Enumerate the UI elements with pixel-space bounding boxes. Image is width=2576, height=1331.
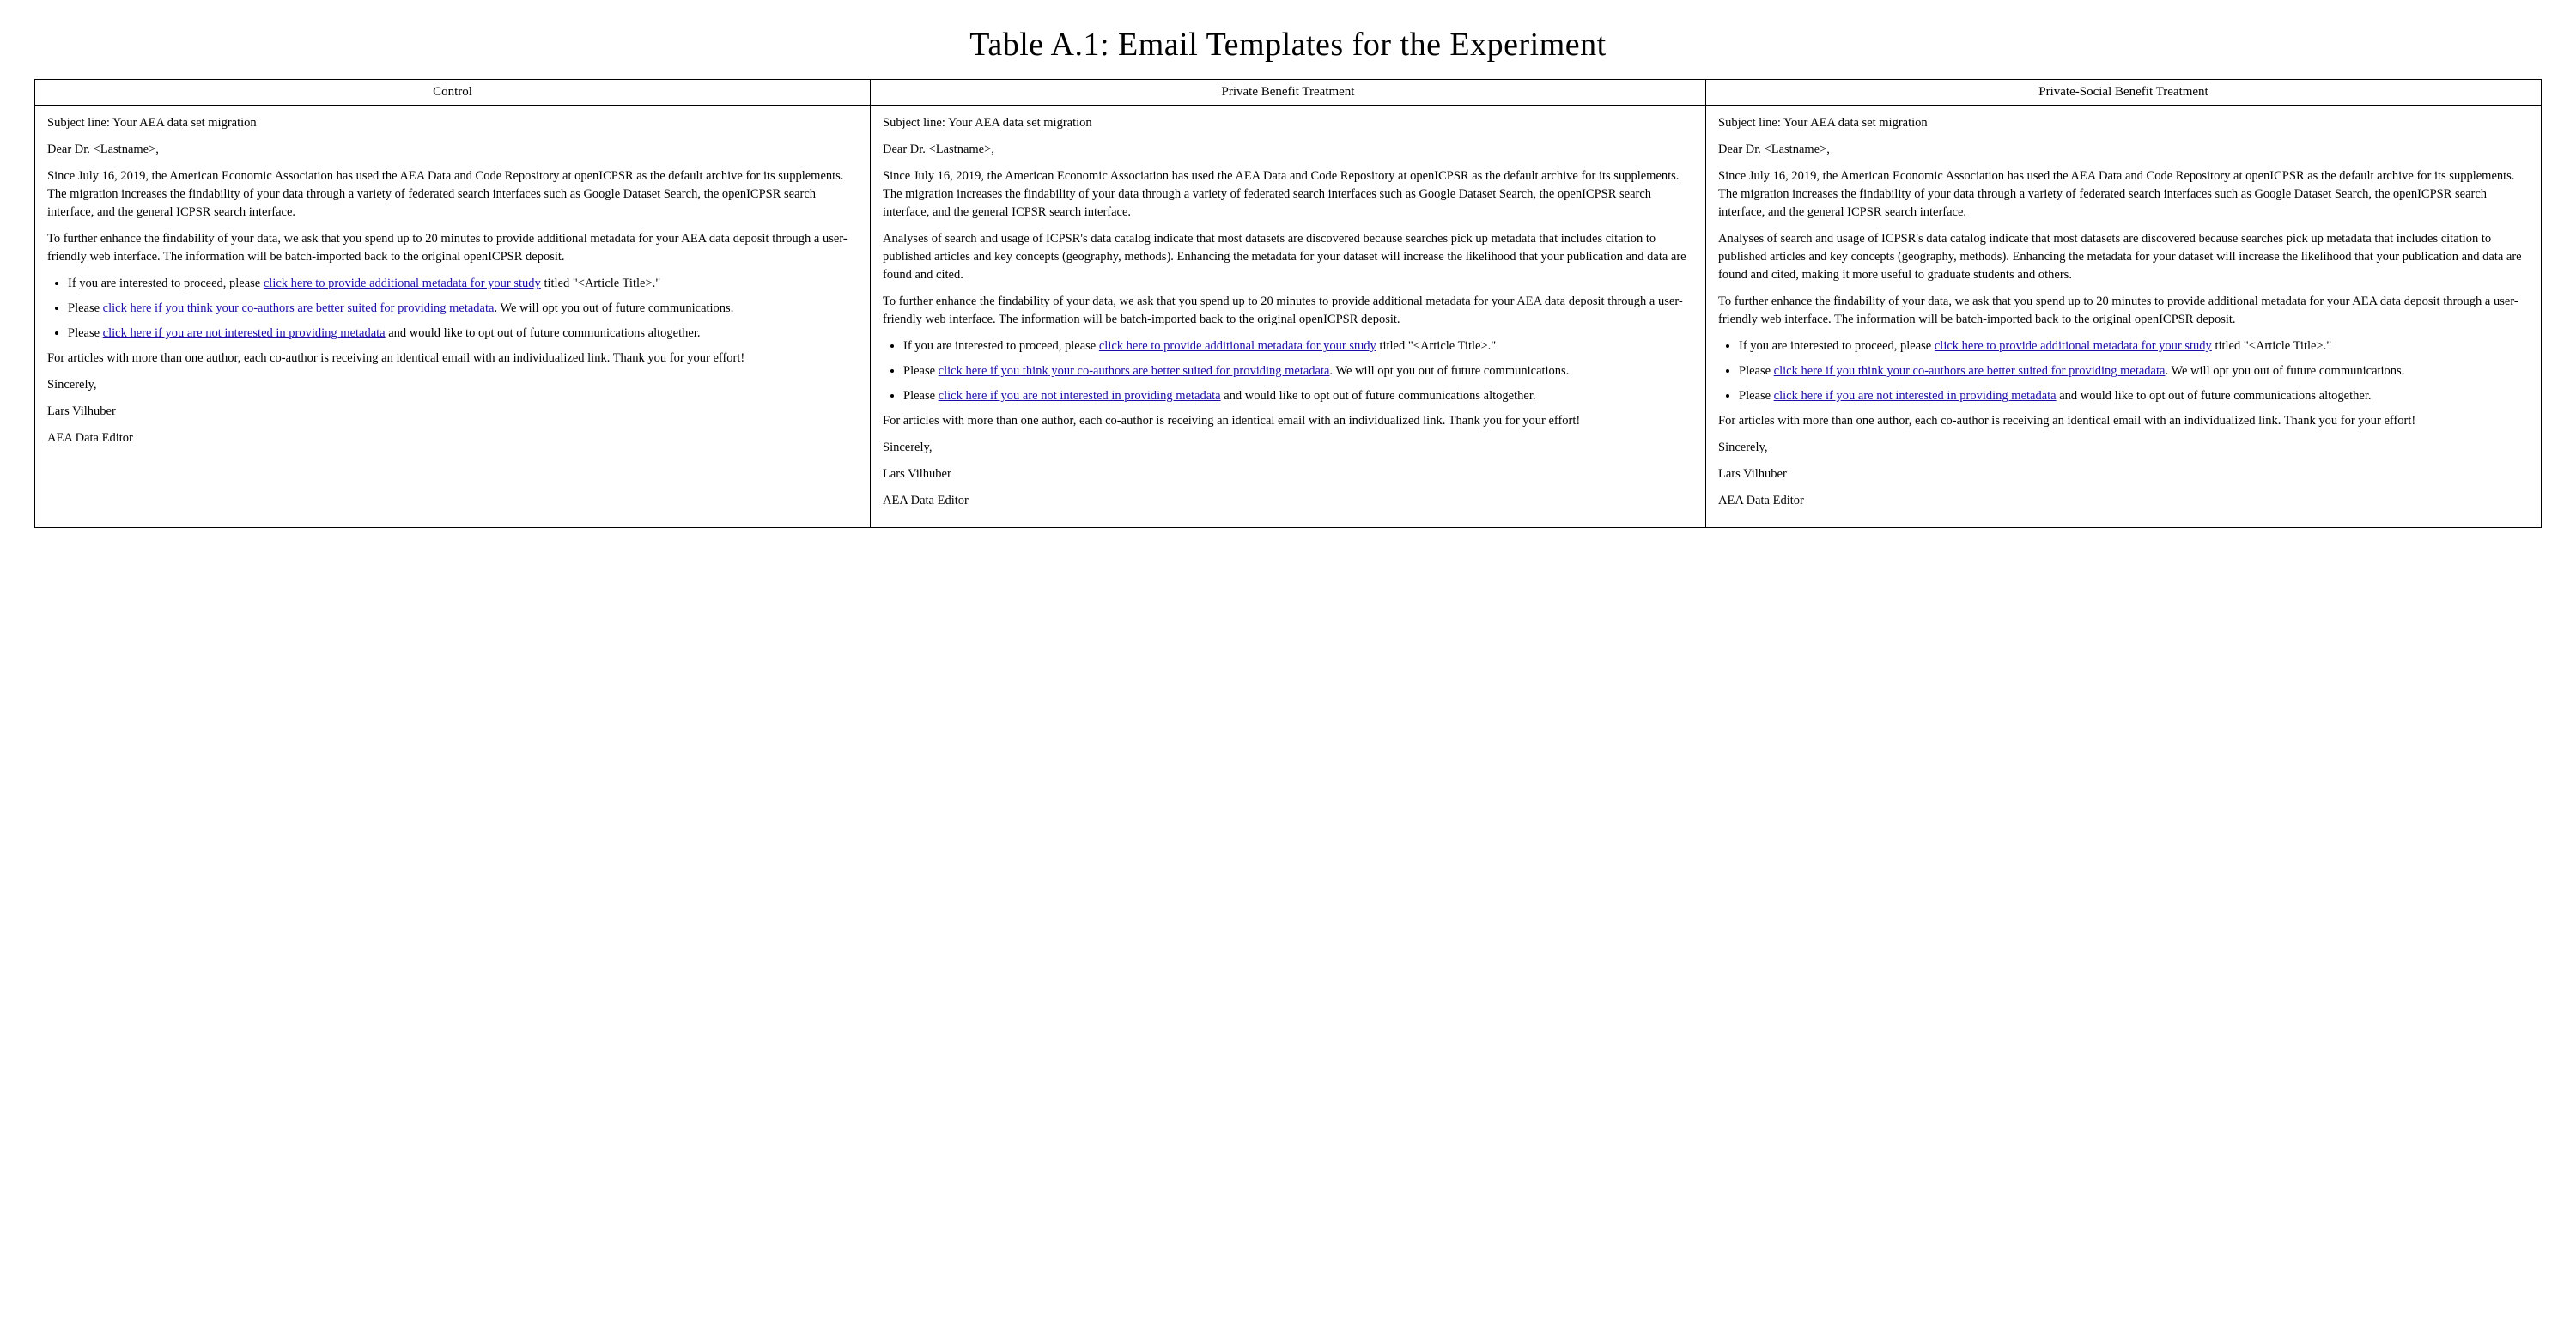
social-name: Lars Vilhuber	[1718, 465, 2529, 483]
control-link3[interactable]: click here if you are not interested in …	[103, 326, 386, 340]
social-para2: Analyses of search and usage of ICPSR's …	[1718, 230, 2529, 284]
social-sincerely: Sincerely,	[1718, 439, 2529, 457]
social-bullet2: Please click here if you think your co-a…	[1739, 362, 2529, 380]
private-para3: To further enhance the findability of yo…	[883, 293, 1693, 329]
social-greeting: Dear Dr. <Lastname>,	[1718, 141, 2529, 159]
private-bullet3: Please click here if you are not interes…	[903, 387, 1693, 405]
cell-social: Subject line: Your AEA data set migratio…	[1706, 106, 2542, 528]
private-para2: Analyses of search and usage of ICPSR's …	[883, 230, 1693, 284]
control-sincerely: Sincerely,	[47, 376, 858, 394]
private-greeting: Dear Dr. <Lastname>,	[883, 141, 1693, 159]
social-bullet3: Please click here if you are not interes…	[1739, 387, 2529, 405]
page-title: Table A.1: Email Templates for the Exper…	[34, 26, 2542, 64]
email-templates-table: Control Private Benefit Treatment Privat…	[34, 79, 2542, 528]
control-name: Lars Vilhuber	[47, 403, 858, 421]
social-link3[interactable]: click here if you are not interested in …	[1774, 389, 2057, 403]
control-bullet2: Please click here if you think your co-a…	[68, 300, 858, 318]
cell-control: Subject line: Your AEA data set migratio…	[35, 106, 871, 528]
col-header-control: Control	[35, 80, 871, 106]
control-para3: For articles with more than one author, …	[47, 349, 858, 368]
col-header-private: Private Benefit Treatment	[871, 80, 1706, 106]
control-greeting: Dear Dr. <Lastname>,	[47, 141, 858, 159]
social-para1: Since July 16, 2019, the American Econom…	[1718, 167, 2529, 222]
control-para1: Since July 16, 2019, the American Econom…	[47, 167, 858, 222]
private-para4: For articles with more than one author, …	[883, 412, 1693, 430]
control-link2[interactable]: click here if you think your co-authors …	[103, 301, 495, 315]
private-sincerely: Sincerely,	[883, 439, 1693, 457]
social-para4: For articles with more than one author, …	[1718, 412, 2529, 430]
cell-private: Subject line: Your AEA data set migratio…	[871, 106, 1706, 528]
control-bullet1: If you are interested to proceed, please…	[68, 275, 858, 293]
private-subject: Subject line: Your AEA data set migratio…	[883, 114, 1693, 132]
private-name: Lars Vilhuber	[883, 465, 1693, 483]
social-title-sig: AEA Data Editor	[1718, 492, 2529, 510]
social-para3: To further enhance the findability of yo…	[1718, 293, 2529, 329]
social-link2[interactable]: click here if you think your co-authors …	[1774, 364, 2166, 378]
control-para2: To further enhance the findability of yo…	[47, 230, 858, 266]
private-link3[interactable]: click here if you are not interested in …	[939, 389, 1221, 403]
col-header-social: Private-Social Benefit Treatment	[1706, 80, 2542, 106]
control-link1[interactable]: click here to provide additional metadat…	[264, 277, 541, 290]
social-bullet1: If you are interested to proceed, please…	[1739, 337, 2529, 356]
private-bullet1: If you are interested to proceed, please…	[903, 337, 1693, 356]
private-para1: Since July 16, 2019, the American Econom…	[883, 167, 1693, 222]
control-bullet3: Please click here if you are not interes…	[68, 325, 858, 343]
private-link2[interactable]: click here if you think your co-authors …	[939, 364, 1330, 378]
private-bullet2: Please click here if you think your co-a…	[903, 362, 1693, 380]
social-subject: Subject line: Your AEA data set migratio…	[1718, 114, 2529, 132]
private-title-sig: AEA Data Editor	[883, 492, 1693, 510]
private-link1[interactable]: click here to provide additional metadat…	[1099, 339, 1376, 353]
control-subject: Subject line: Your AEA data set migratio…	[47, 114, 858, 132]
social-link1[interactable]: click here to provide additional metadat…	[1935, 339, 2212, 353]
control-title-sig: AEA Data Editor	[47, 429, 858, 447]
